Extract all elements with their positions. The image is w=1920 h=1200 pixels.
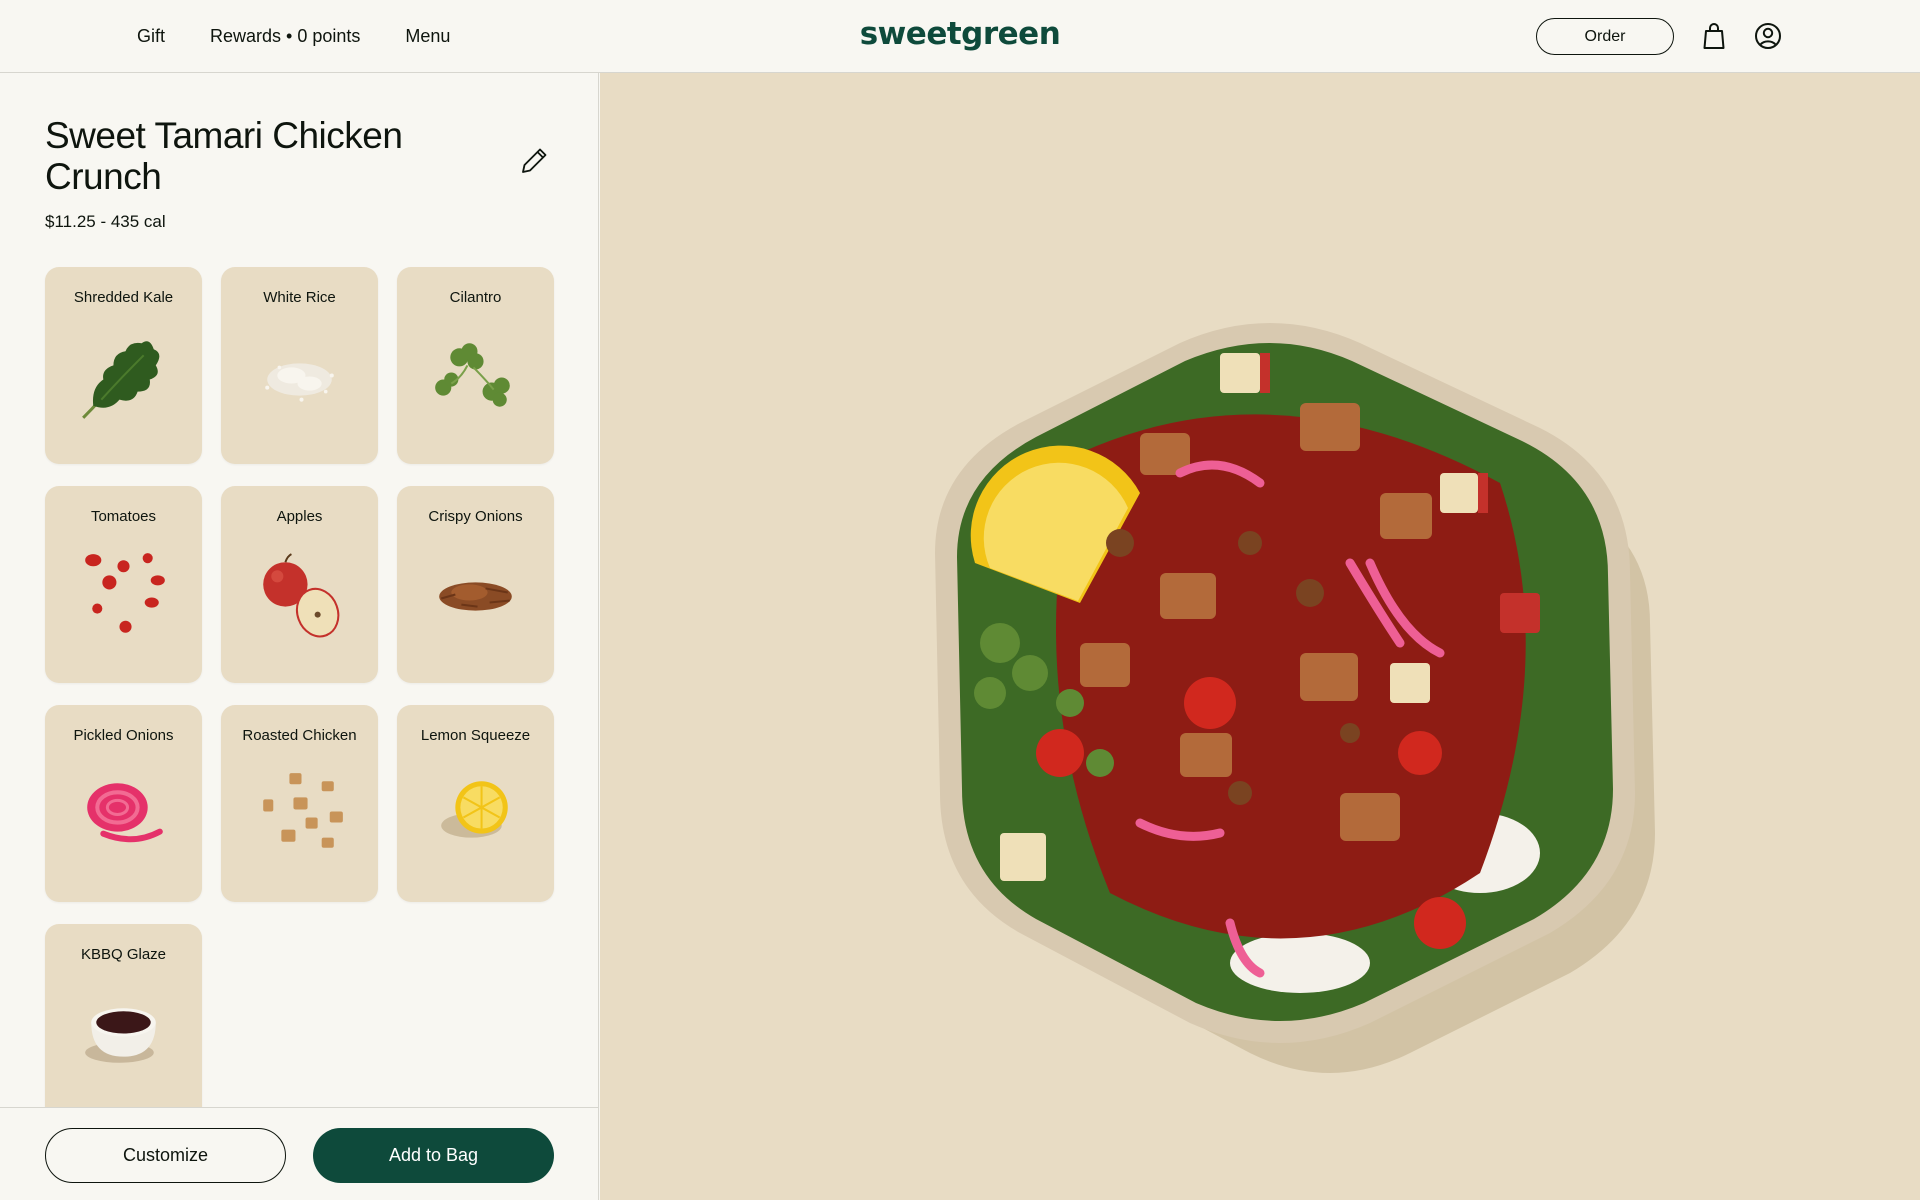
ingredient-label: Apples: [276, 508, 323, 525]
ingredient-label: Shredded Kale: [73, 289, 174, 306]
ingredient-card-rice[interactable]: White Rice: [221, 267, 378, 464]
ingredient-label: KBBQ Glaze: [80, 946, 167, 963]
lemon-image: [441, 781, 508, 838]
nav-menu-link[interactable]: Menu: [405, 26, 450, 47]
ingredient-card-cilantro[interactable]: Cilantro: [397, 267, 554, 464]
customize-button[interactable]: Customize: [45, 1128, 286, 1183]
rice-image: [265, 363, 334, 402]
ingredient-card-crispy-onions[interactable]: Crispy Onions: [397, 486, 554, 683]
crispy-onions-image: [439, 582, 512, 611]
ingredient-label: Lemon Squeeze: [420, 727, 531, 744]
ingredient-card-lemon[interactable]: Lemon Squeeze: [397, 705, 554, 902]
add-to-bag-button[interactable]: Add to Bag: [313, 1128, 554, 1183]
ingredient-card-tomatoes[interactable]: Tomatoes: [45, 486, 202, 683]
ingredient-card-apples[interactable]: Apples: [221, 486, 378, 683]
pencil-icon[interactable]: [516, 143, 552, 179]
ingredient-card-kbbq-glaze[interactable]: KBBQ Glaze: [45, 924, 202, 1121]
product-title: Sweet Tamari Chicken Crunch: [45, 115, 403, 197]
nav-rewards-link[interactable]: Rewards • 0 points: [210, 26, 360, 47]
ingredient-label: Roasted Chicken: [242, 727, 357, 744]
order-button[interactable]: Order: [1536, 18, 1674, 55]
nav-links: Gift Rewards • 0 points Menu: [137, 0, 495, 73]
sweetgreen-logo[interactable]: sweetgreen: [860, 14, 1061, 54]
ingredient-label: Tomatoes: [90, 508, 157, 525]
ingredient-label: Pickled Onions: [73, 727, 174, 744]
ingredient-label: Crispy Onions: [428, 508, 523, 525]
sauce-image: [85, 1008, 156, 1063]
roasted-chicken-image: [263, 773, 343, 848]
nav-gift-link[interactable]: Gift: [137, 26, 165, 47]
product-details-panel: Sweet Tamari Chicken Crunch $11.25 - 435…: [0, 73, 599, 1200]
apples-image: [263, 553, 340, 638]
pickled-onions-image: [87, 783, 163, 843]
cilantro-image: [435, 343, 510, 407]
product-image-panel: [600, 73, 1920, 1200]
ingredient-card-kale[interactable]: Shredded Kale: [45, 267, 202, 464]
ingredient-label: Cilantro: [449, 289, 502, 306]
action-bar: Customize Add to Bag: [0, 1107, 598, 1200]
top-nav: Gift Rewards • 0 points Menu sweetgreen …: [0, 0, 1920, 73]
bag-icon[interactable]: [1698, 20, 1730, 52]
account-icon[interactable]: [1752, 20, 1784, 52]
kale-image: [82, 341, 160, 419]
price-calories: $11.25 - 435 cal: [45, 212, 166, 231]
ingredient-card-pickled-onions[interactable]: Pickled Onions: [45, 705, 202, 902]
ingredient-card-roasted-chicken[interactable]: Roasted Chicken: [221, 705, 378, 902]
tomatoes-image: [85, 553, 165, 633]
salad-bowl-image: [935, 323, 1655, 1074]
ingredient-label: White Rice: [263, 289, 336, 306]
